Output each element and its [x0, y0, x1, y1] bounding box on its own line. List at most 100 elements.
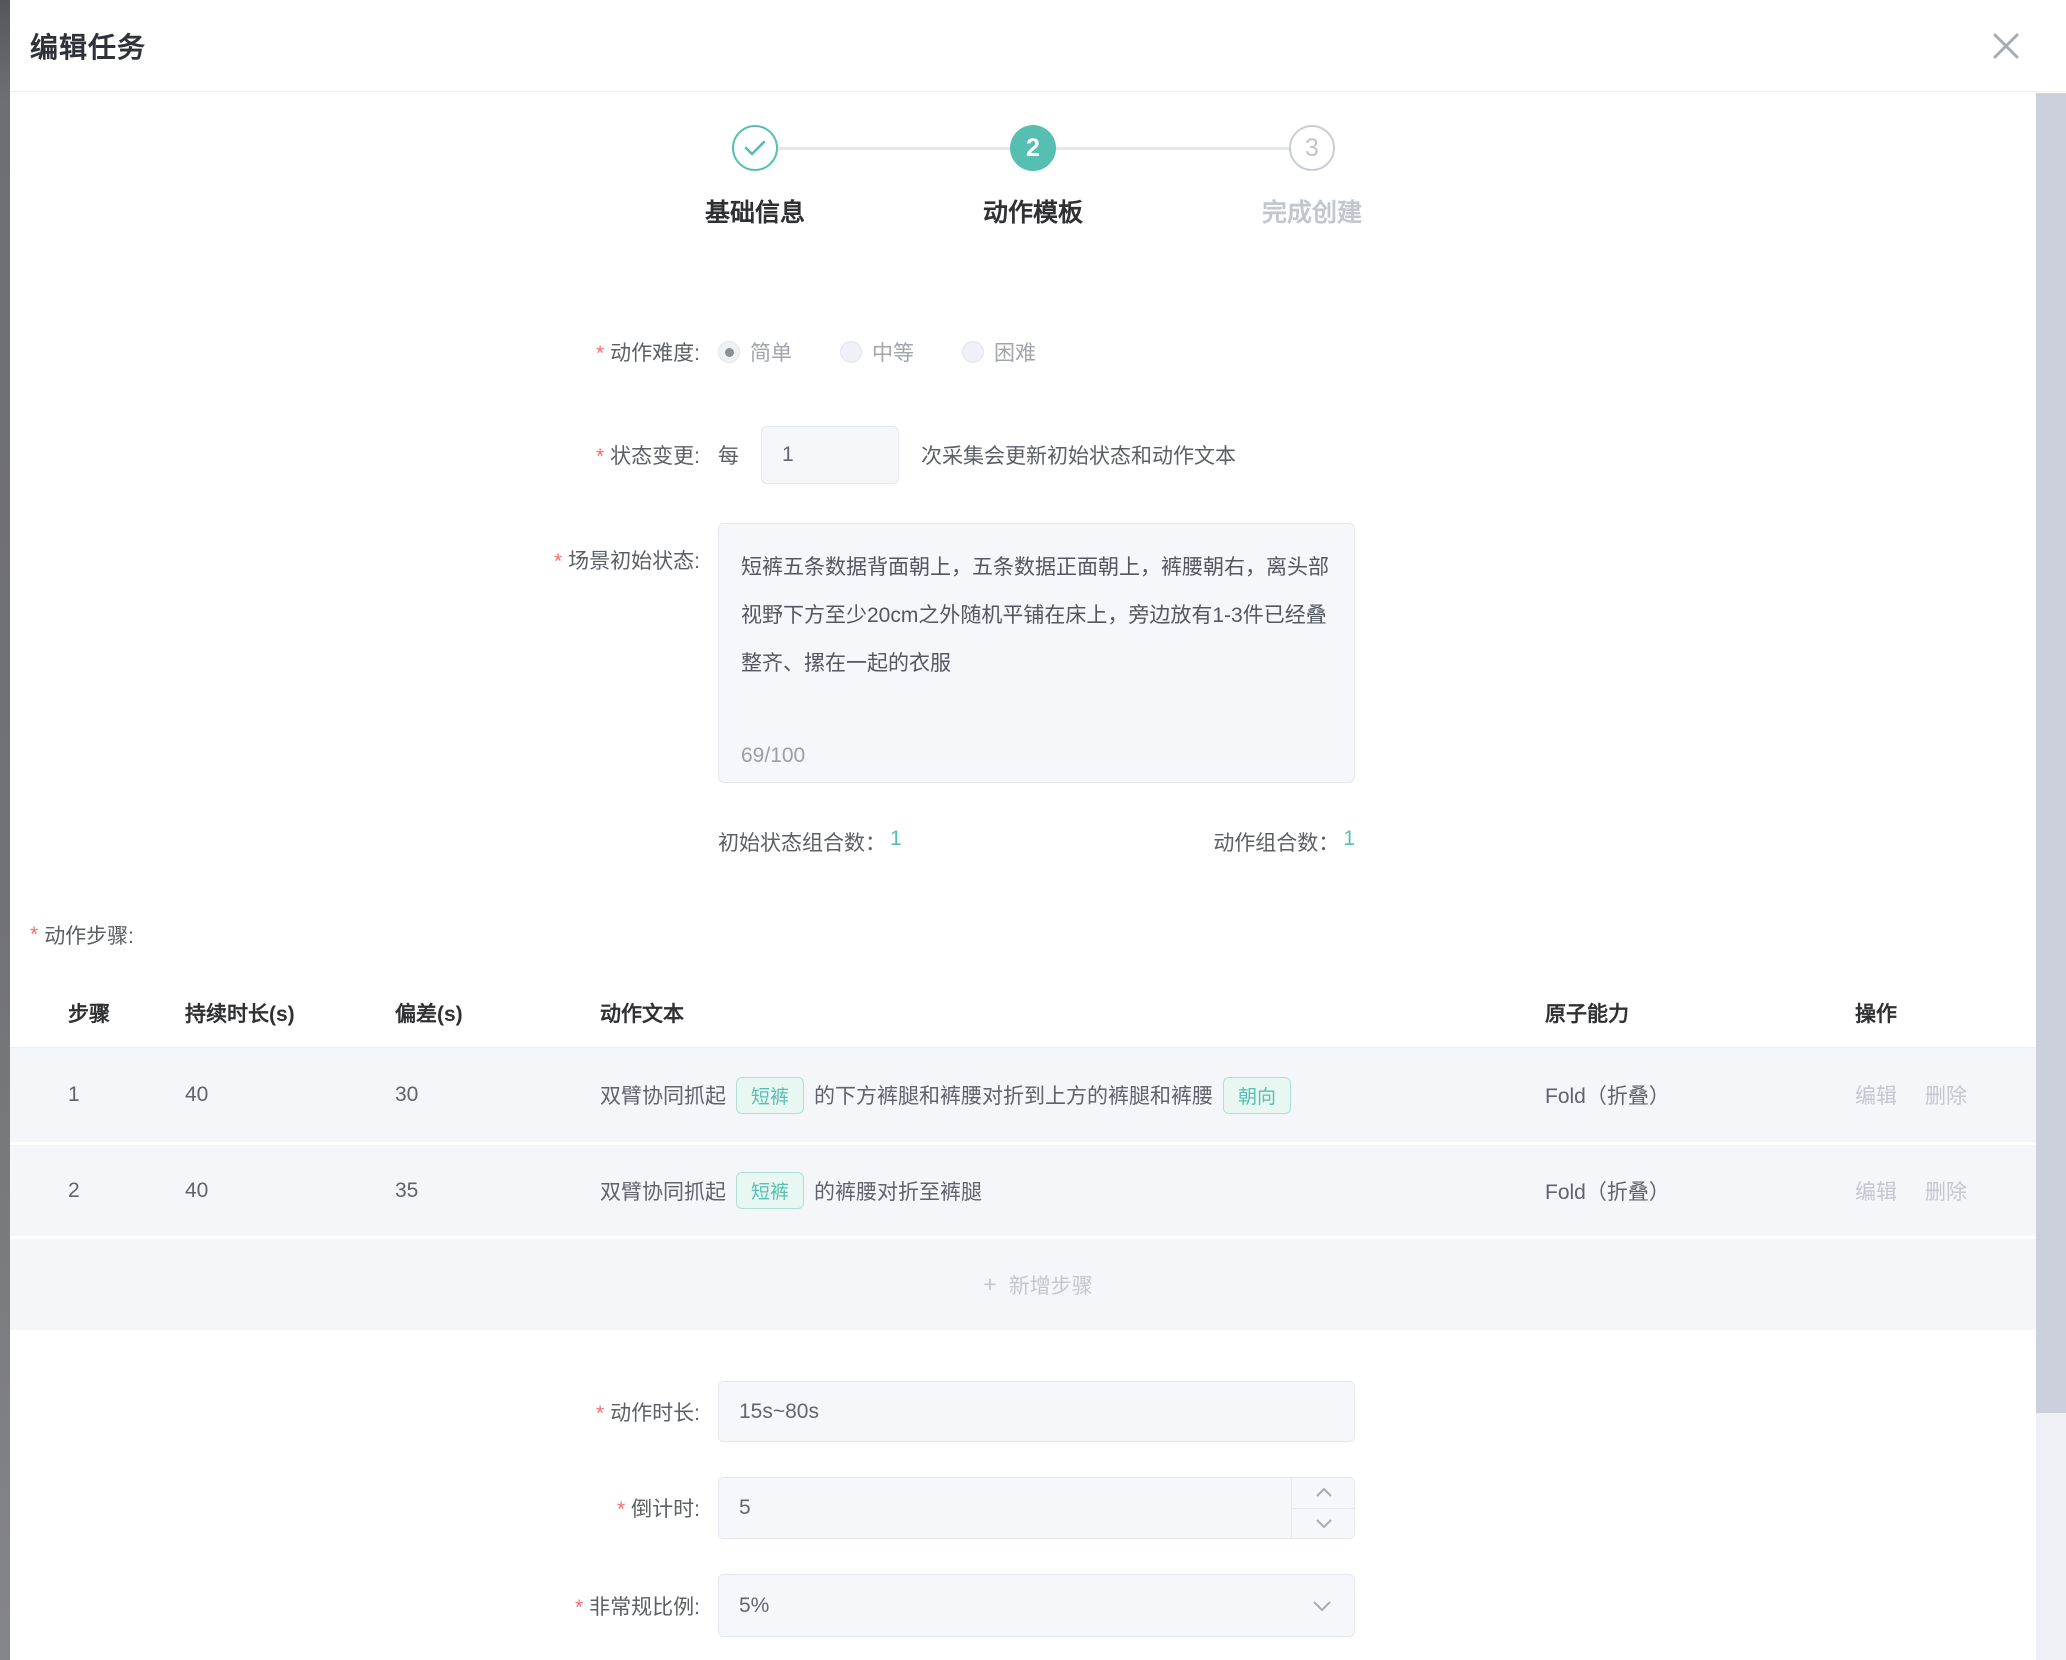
close-button[interactable] [1986, 26, 2026, 66]
radio-icon [962, 341, 984, 363]
initial-state-row: *场景初始状态: 短裤五条数据背面朝上，五条数据正面朝上，裤腰朝右，离头部视野下… [10, 523, 2066, 783]
required-asterisk: * [617, 1498, 625, 1521]
radio-medium[interactable]: 中等 [840, 337, 914, 367]
required-asterisk: * [30, 923, 38, 947]
chevron-down-icon [1312, 1600, 1332, 1612]
radio-icon [840, 341, 862, 363]
initial-combo-label: 初始状态组合数： [718, 827, 886, 857]
step-2-label: 动作模板 [913, 193, 1153, 229]
unusual-ratio-label: *非常规比例: [10, 1591, 700, 1621]
step-3-indicator: 3 [1289, 125, 1335, 171]
dialog-body: 2 3 基础信息 动作模板 完成创建 *动作难度: 简单 中等 困难 * [10, 93, 2066, 1637]
increase-button[interactable] [1292, 1477, 1355, 1509]
step-2-indicator: 2 [1010, 125, 1056, 171]
state-change-suffix: 次采集会更新初始状态和动作文本 [921, 440, 1236, 470]
table-cell: 35 [395, 1179, 600, 1203]
action-combo: 动作组合数： 1 [1213, 827, 1355, 857]
required-asterisk: * [596, 445, 604, 468]
action-text-segment: 双臂协同抓起 [600, 1080, 726, 1110]
state-change-input[interactable] [761, 426, 899, 484]
action-text-cell: 双臂协同抓起短裤的下方裤腿和裤腰对折到上方的裤腿和裤腰朝向 [600, 1077, 1545, 1114]
check-icon [743, 139, 767, 157]
step-1-indicator [732, 125, 778, 171]
action-text-cell: 双臂协同抓起短裤的裤腰对折至裤腿 [600, 1172, 1545, 1209]
chevron-down-icon [1316, 1519, 1332, 1528]
ability-cell: Fold（折叠） [1545, 1176, 1855, 1206]
radio-label: 中等 [872, 337, 914, 367]
difficulty-radio-group: 简单 中等 困难 [718, 337, 1084, 367]
col-step: 步骤 [68, 998, 185, 1028]
action-text-segment: 的裤腰对折至裤腿 [814, 1176, 982, 1206]
scrollbar-track[interactable] [2036, 93, 2066, 1660]
add-step-row[interactable]: + 新增步骤 [10, 1236, 2066, 1330]
plus-icon: + [983, 1271, 996, 1298]
table-cell: 2 [68, 1179, 185, 1203]
unusual-ratio-select[interactable]: 5% [718, 1574, 1355, 1637]
action-duration-input[interactable] [718, 1381, 1355, 1442]
action-combo-value: 1 [1343, 827, 1355, 857]
radio-label: 困难 [994, 337, 1036, 367]
table-body: 1 40 30双臂协同抓起短裤的下方裤腿和裤腰对折到上方的裤腿和裤腰朝向 Fold（折… [10, 1048, 2066, 1330]
initial-state-label: *场景初始状态: [10, 523, 700, 575]
dialog-header: 编辑任务 [10, 0, 2066, 92]
steps-table-header: 步骤 持续时长(s) 偏差(s) 动作文本 原子能力 操作 [10, 978, 2066, 1048]
initial-state-text: 短裤五条数据背面朝上，五条数据正面朝上，裤腰朝右，离头部视野下方至少20cm之外… [741, 544, 1332, 688]
char-counter: 69/100 [741, 744, 805, 768]
required-asterisk: * [554, 550, 562, 573]
countdown-row: *倒计时: [10, 1477, 2066, 1539]
initial-combo-value: 1 [890, 827, 902, 857]
required-asterisk: * [596, 1402, 604, 1425]
add-step-label: 新增步骤 [1009, 1270, 1093, 1300]
chevron-up-icon [1316, 1488, 1332, 1497]
state-change-label: *状态变更: [10, 440, 700, 470]
step-number: 2 [1026, 134, 1040, 163]
initial-state-textarea[interactable]: 短裤五条数据背面朝上，五条数据正面朝上，裤腰朝右，离头部视野下方至少20cm之外… [718, 523, 1355, 783]
col-deviation: 偏差(s) [395, 998, 600, 1028]
action-duration-row: *动作时长: [10, 1381, 2066, 1442]
table-row: 14030双臂协同抓起短裤的下方裤腿和裤腰对折到上方的裤腿和裤腰朝向Fold（折… [10, 1048, 2066, 1142]
difficulty-row: *动作难度: 简单 中等 困难 [10, 332, 2066, 372]
decrease-button[interactable] [1292, 1509, 1355, 1540]
col-ability: 原子能力 [1545, 998, 1855, 1028]
radio-simple[interactable]: 简单 [718, 337, 792, 367]
entity-tag: 朝向 [1223, 1077, 1291, 1114]
state-change-prefix: 每 [718, 440, 739, 470]
edit-link[interactable]: 编辑 [1855, 1080, 1897, 1110]
countdown-stepper [718, 1477, 1355, 1539]
wizard-stepper: 2 3 基础信息 动作模板 完成创建 [10, 93, 2066, 253]
state-change-row: *状态变更: 每 次采集会更新初始状态和动作文本 [10, 426, 2066, 484]
action-duration-label: *动作时长: [10, 1397, 700, 1427]
step-number: 3 [1305, 134, 1319, 163]
table-cell: 40 [185, 1179, 395, 1203]
dialog-title: 编辑任务 [30, 26, 146, 66]
page-edge-backdrop [0, 0, 10, 1660]
select-value: 5% [739, 1594, 769, 1618]
close-icon [1989, 29, 2023, 63]
step-3-label: 完成创建 [1192, 193, 1432, 229]
row-actions: 编辑删除 [1855, 1176, 2066, 1206]
radio-label: 简单 [750, 337, 792, 367]
col-duration: 持续时长(s) [185, 998, 395, 1028]
required-asterisk: * [575, 1596, 583, 1619]
entity-tag: 短裤 [736, 1172, 804, 1209]
entity-tag: 短裤 [736, 1077, 804, 1114]
delete-link[interactable]: 删除 [1925, 1080, 1967, 1110]
table-cell: 1 [68, 1083, 185, 1107]
step-connector [778, 147, 1010, 150]
combos-row: 初始状态组合数： 1 动作组合数： 1 [718, 827, 1355, 857]
action-combo-label: 动作组合数： [1213, 827, 1339, 857]
delete-link[interactable]: 删除 [1925, 1176, 1967, 1206]
row-actions: 编辑删除 [1855, 1080, 2066, 1110]
countdown-label: *倒计时: [10, 1493, 700, 1523]
radio-hard[interactable]: 困难 [962, 337, 1036, 367]
step-1-label: 基础信息 [635, 193, 875, 229]
difficulty-label: *动作难度: [10, 337, 700, 367]
scrollbar-thumb[interactable] [2036, 93, 2066, 1413]
col-operations: 操作 [1855, 998, 2066, 1028]
col-action-text: 动作文本 [600, 998, 1545, 1028]
unusual-ratio-row: *非常规比例: 5% [10, 1574, 2066, 1637]
edit-link[interactable]: 编辑 [1855, 1176, 1897, 1206]
action-text-segment: 双臂协同抓起 [600, 1176, 726, 1206]
table-cell: 30 [395, 1083, 600, 1107]
countdown-input[interactable] [718, 1477, 1355, 1539]
